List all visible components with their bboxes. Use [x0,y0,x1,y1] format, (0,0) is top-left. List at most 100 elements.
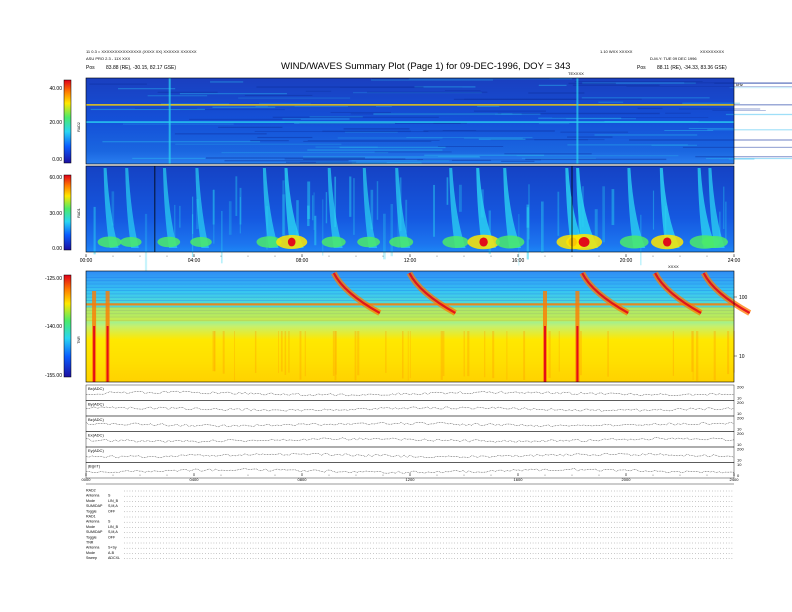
rad2-noise-streak [594,134,698,136]
rad1-burst-base [190,237,212,247]
rad2-noise-streak [665,112,691,114]
rad1-faint-burst [192,196,194,234]
trace-label: Bz(ADC) [88,417,104,422]
rad1-faint-burst [602,186,605,243]
rad2-noise-streak [344,131,398,133]
header-right-line1a: 1.10 WXX XXXXX [600,49,633,54]
tnr-streak [484,331,486,378]
status-row-label: Mode [86,499,95,503]
rad1-faint-burst [383,213,386,260]
trace-scale-top: 200 [737,400,744,405]
tnr-plasma-band [86,307,734,322]
rad2-noise-streak [351,160,449,162]
time-tick-label: 0400 [190,477,200,482]
rad1-faint-burst [433,184,436,237]
rad1-faint-burst [557,191,560,236]
rad2-noise-streak [424,154,545,156]
rad1-faint-burst [307,181,311,220]
tnr-streak [354,331,357,381]
rad2-noise-streak [244,94,313,96]
rad1-burst-base [321,236,346,248]
rad2-noise-streak [210,81,244,83]
rad2-noise-streak [330,111,391,113]
rad2-noise-streak [712,110,766,111]
rad2-noise-streak [478,138,526,140]
tnr-streak [672,331,675,376]
tnr-band [86,280,734,282]
page-title: WIND/WAVES Summary Plot (Page 1) for 09-… [281,61,570,72]
tnr-right-tick-100: 100 [739,295,748,301]
tnr-colorbar [63,274,72,378]
rad2-noise-streak [568,82,616,85]
rad1-faint-burst [220,210,223,264]
rad2-noise-streak [373,113,522,115]
rad2-noise-streak [134,107,198,109]
header-right-line2: D-M-Y: TUE 09 DEC 1996 [650,56,697,61]
rad2-noise-streak [102,141,261,143]
time-tick-label: 04:00 [188,258,201,264]
trace-label: |B|(nT) [88,464,101,469]
rad2-noise-streak [464,98,642,100]
trace-scale-top: 200 [737,385,744,390]
trace-line [85,452,735,459]
rad2-noise-streak [179,93,287,95]
rad1-burst-base [619,235,649,249]
status-row-label: Mode [86,551,95,555]
rad1-faint-burst [725,201,727,245]
status-row-value: OFF [108,509,116,513]
tnr-streak [523,331,526,381]
tnr-vertical-core [106,326,109,382]
status-row-value: S [108,494,111,498]
rad2-noise-streak [267,105,295,107]
rad2-burst [576,78,579,164]
rad2-noise-streak [538,117,622,119]
rad1-faint-burst [526,207,529,260]
status-row-label: RAD2 [86,489,96,493]
trace-scale-top: 200 [737,416,744,421]
rad2-narrowband-line [86,104,734,106]
rad1-faint-burst [540,201,544,253]
trace-scale-top: 10 [737,462,742,467]
trace-box [85,400,735,417]
tnr-streak [284,331,287,375]
status-row-label: SUMIDAP [86,504,103,508]
time-axis-right-label: XXXX [668,264,679,269]
rad1-faint-burst [390,204,393,257]
rad2-noise-streak [678,108,761,110]
rad2-noise-streak [174,133,267,135]
rad2-noise-streak [567,136,613,138]
rad2-noise-streak [337,137,443,139]
status-row-label: RAD1 [86,515,96,519]
rad2-noise-streak [423,130,555,132]
status-row-label: Sweep [86,556,97,560]
rad2-noise-streak [238,97,351,99]
summary-plot: 11 0.3 = XXXXXXXXXXXXXXX (XXXX XX) XXXXX… [45,49,792,560]
tnr-streak [254,331,257,373]
tnr-streak [108,331,110,375]
rad1-burst-base [120,237,142,247]
rad2-noise-streak [504,153,592,155]
rad2-axis-label: RAD2 [77,122,81,132]
tnr-vertical-core [544,326,546,382]
status-row-value: S,M,A [108,504,118,508]
tnr-tick-top: -125.00 [45,276,62,282]
rad1-burst-core [479,237,488,247]
time-tick-label: 0800 [298,477,308,482]
tnr-band [86,290,734,291]
instrument-status: RAD2Antenna SMode LIN_BSUMIDAP S,M,AToggle O… [86,483,734,560]
rad2-burst [168,78,171,164]
rad1-tick-top: 60.00 [49,175,62,181]
tnr-tick-bot: -155.00 [45,373,62,379]
trace-line [85,406,735,412]
tnr-streak [407,331,409,381]
tnr-streak [280,331,283,372]
tnr-streak [234,331,236,381]
rad1-faint-burst [313,192,315,231]
rad1-faint-burst [353,178,355,235]
rad2-noise-streak [206,157,366,159]
rad1-tick-bot: 0.00 [52,246,62,252]
status-row-label: Toggle [86,535,97,539]
trace-label: Ey(ADC) [88,448,104,453]
rad2-noise-streak [682,146,792,148]
header-left-line2: ASU PRO 2.3 - 11X XXX [86,56,130,61]
